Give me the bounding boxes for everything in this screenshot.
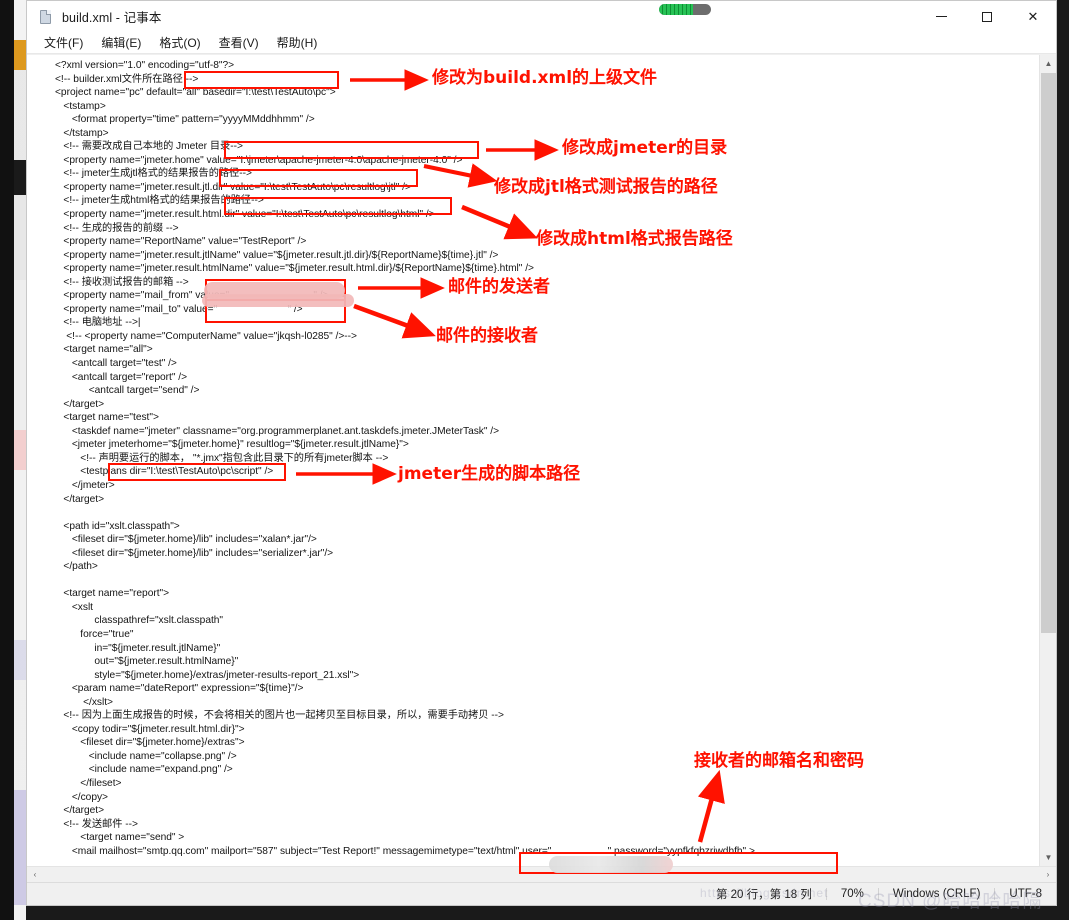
cursor-position: 第 20 行，第 18 列 — [715, 889, 812, 901]
editor-area: <?xml version="1.0" encoding="utf-8"?> <… — [27, 54, 1056, 866]
notepad-window: build.xml - 记事本 ✕ 文件(F) 编辑(E) 格式(O) 查看(V… — [26, 0, 1057, 906]
vertical-scrollbar[interactable]: ▲ ▼ — [1039, 55, 1056, 866]
scroll-left-icon[interactable]: ‹ — [27, 867, 43, 883]
screen-root: build.xml - 记事本 ✕ 文件(F) 编辑(E) 格式(O) 查看(V… — [0, 0, 1069, 920]
notepad-document-icon — [38, 9, 54, 25]
close-button[interactable]: ✕ — [1010, 1, 1056, 32]
background-app-sliver — [14, 0, 26, 920]
window-controls: ✕ — [918, 1, 1056, 32]
maximize-icon — [982, 11, 992, 22]
menu-format[interactable]: 格式(O) — [150, 33, 209, 52]
line-ending: Windows (CRLF) — [877, 888, 995, 900]
horizontal-scrollbar[interactable]: ‹ › — [27, 866, 1056, 882]
horizontal-scroll-track[interactable] — [43, 867, 1040, 883]
title-bar[interactable]: build.xml - 记事本 ✕ — [27, 1, 1056, 32]
window-title: build.xml - 记事本 — [62, 11, 162, 25]
menu-view[interactable]: 查看(V) — [210, 33, 268, 52]
vertical-scroll-thumb[interactable] — [1041, 73, 1056, 633]
scroll-right-icon[interactable]: › — [1040, 867, 1056, 883]
menu-file[interactable]: 文件(F) — [35, 33, 92, 52]
status-bar: 第 20 行，第 18 列 70% Windows (CRLF) UTF-8 — [27, 882, 1056, 905]
scroll-down-icon[interactable]: ▼ — [1040, 849, 1057, 866]
menu-edit[interactable]: 编辑(E) — [92, 33, 150, 52]
zoom-level[interactable]: 70% — [825, 888, 878, 900]
xml-source-text[interactable]: <?xml version="1.0" encoding="utf-8"?> <… — [55, 59, 755, 858]
menu-help[interactable]: 帮助(H) — [268, 33, 327, 52]
menu-bar: 文件(F) 编辑(E) 格式(O) 查看(V) 帮助(H) — [27, 32, 1056, 54]
close-icon: ✕ — [1027, 9, 1039, 24]
text-editor[interactable]: <?xml version="1.0" encoding="utf-8"?> <… — [27, 55, 1039, 866]
maximize-button[interactable] — [964, 1, 1010, 32]
scroll-up-icon[interactable]: ▲ — [1040, 55, 1057, 72]
progress-indicator — [659, 4, 711, 15]
encoding: UTF-8 — [994, 888, 1056, 900]
minimize-button[interactable] — [918, 1, 964, 32]
minimize-icon — [935, 16, 947, 17]
